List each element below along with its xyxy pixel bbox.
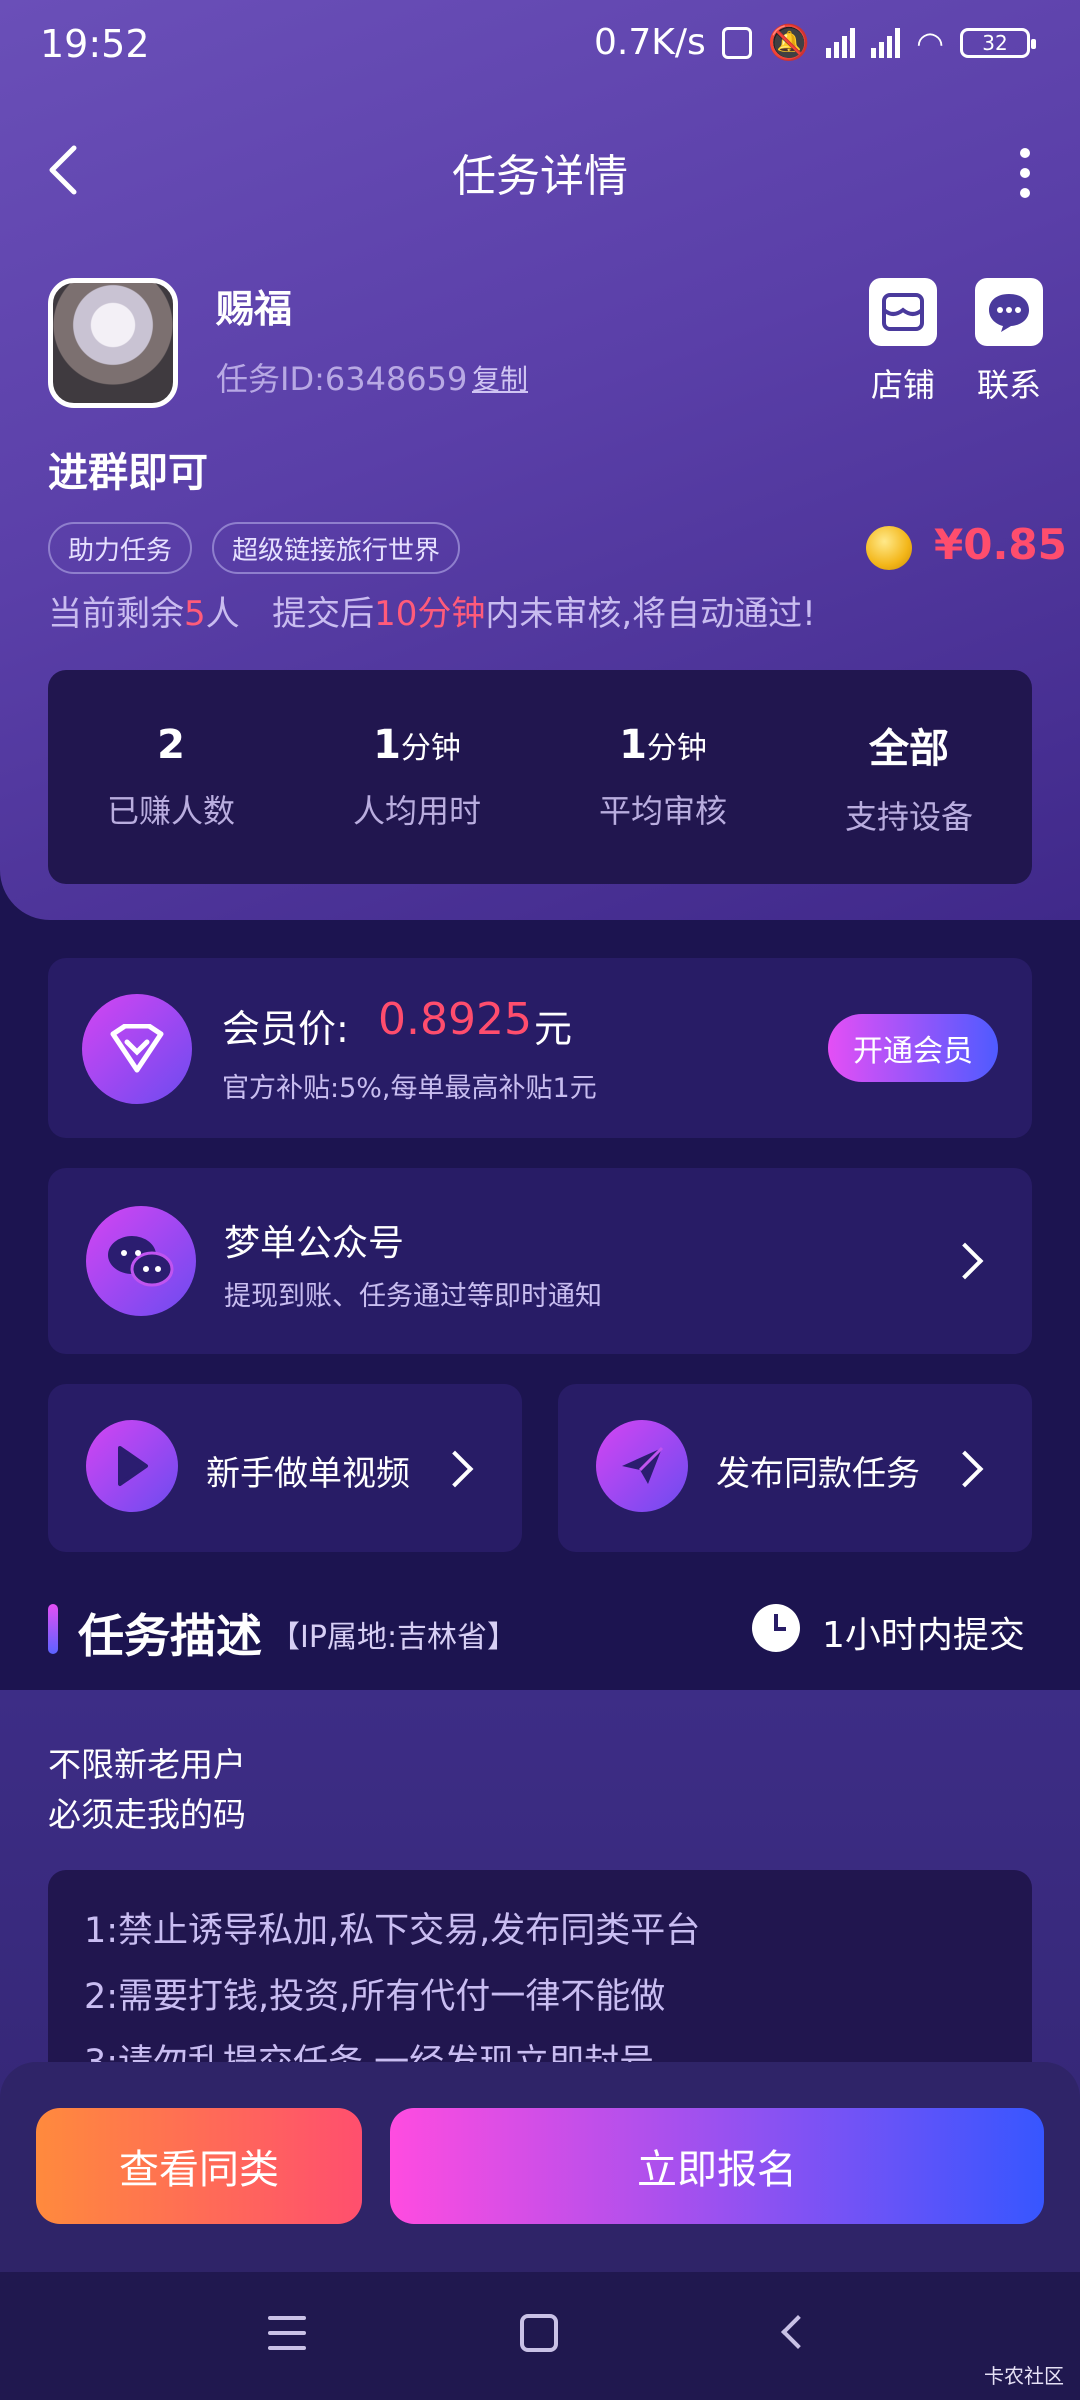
vip-price-value: 0.8925	[378, 994, 532, 1045]
description-line: 不限新老用户	[48, 1745, 246, 1784]
task-stats: 2 已赚人数 1分钟 人均用时 1分钟 平均审核 全部 支持设备	[48, 670, 1032, 884]
coin-icon	[866, 526, 912, 570]
description-title: 任务描述	[78, 1609, 262, 1663]
status-icons: 0.7K/s 🔕 ◠ 32	[593, 22, 1036, 63]
vip-price-label: 会员价:	[222, 1007, 349, 1051]
rule-line: 1:禁止诱导私加,私下交易,发布同类平台	[84, 1911, 701, 1951]
chat-icon	[975, 278, 1043, 346]
publish-similar-label: 发布同款任务	[716, 1454, 920, 1494]
task-title: 进群即可	[48, 450, 208, 496]
ip-location: 【IP属地:吉林省】	[270, 1620, 518, 1655]
description-line: 必须走我的码	[48, 1795, 246, 1834]
remain-notice: 当前剩余5人 提交后10分钟内未审核,将自动通过!	[48, 594, 816, 634]
view-similar-button[interactable]: 查看同类	[36, 2108, 362, 2224]
wifi-icon: ◠	[916, 23, 944, 62]
task-price: ¥0.85	[934, 520, 1067, 569]
play-icon	[86, 1420, 178, 1512]
rules-box: 1:禁止诱导私加,私下交易,发布同类平台 2:需要打钱,投资,所有代付一律不能做…	[48, 1870, 1032, 2090]
stat-earned-count: 2 已赚人数	[106, 722, 235, 830]
open-vip-button[interactable]: 开通会员	[828, 1014, 998, 1082]
status-time: 19:52	[40, 22, 150, 66]
publisher-name: 赐福	[216, 287, 293, 331]
stat-avg-review: 1分钟 平均审核	[598, 722, 727, 830]
wechat-icon	[86, 1206, 196, 1316]
official-account-title: 梦单公众号	[224, 1223, 405, 1264]
signal-icon-2	[871, 27, 901, 58]
tag-help-task: 助力任务	[48, 522, 193, 574]
section-accent-bar	[48, 1604, 58, 1654]
mute-bell-icon: 🔕	[767, 22, 811, 63]
shop-label: 店铺	[870, 366, 935, 404]
shop-button[interactable]: 店铺	[858, 278, 948, 406]
submit-deadline: 1小时内提交	[822, 1615, 1025, 1656]
vip-subsidy: 官方补贴:5%,每单最高补贴1元	[222, 1073, 597, 1104]
contact-label: 联系	[976, 366, 1041, 404]
signal-icon	[826, 27, 856, 58]
recent-apps-icon[interactable]	[268, 2316, 306, 2350]
page-title: 任务详情	[452, 151, 628, 202]
clock-icon	[752, 1604, 800, 1652]
contact-button[interactable]: 联系	[964, 278, 1054, 406]
network-speed: 0.7K/s	[593, 22, 706, 63]
avatar[interactable]	[48, 278, 178, 408]
nfc-icon	[721, 26, 752, 59]
home-icon[interactable]	[520, 2314, 558, 2352]
rule-line: 2:需要打钱,投资,所有代付一律不能做	[84, 1977, 666, 2017]
newbie-video-label: 新手做单视频	[206, 1454, 410, 1494]
stat-avg-time: 1分钟 人均用时	[352, 722, 481, 830]
paper-plane-icon	[596, 1420, 688, 1512]
battery-icon: 32	[960, 27, 1036, 58]
copy-id-link[interactable]: 复制	[472, 358, 528, 398]
vip-price-unit: 元	[534, 1007, 573, 1051]
tag-super-link: 超级链接旅行世界	[212, 522, 461, 574]
diamond-icon	[82, 994, 192, 1104]
task-id: 任务ID:6348659	[216, 360, 468, 398]
watermark: 卡农社区	[984, 2364, 1064, 2388]
shop-icon	[869, 278, 937, 346]
signup-button[interactable]: 立即报名	[390, 2108, 1044, 2224]
stat-devices: 全部 支持设备	[844, 726, 973, 836]
official-account-subtitle: 提现到账、任务通过等即时通知	[224, 1281, 602, 1312]
more-menu-button[interactable]	[1010, 148, 1040, 198]
